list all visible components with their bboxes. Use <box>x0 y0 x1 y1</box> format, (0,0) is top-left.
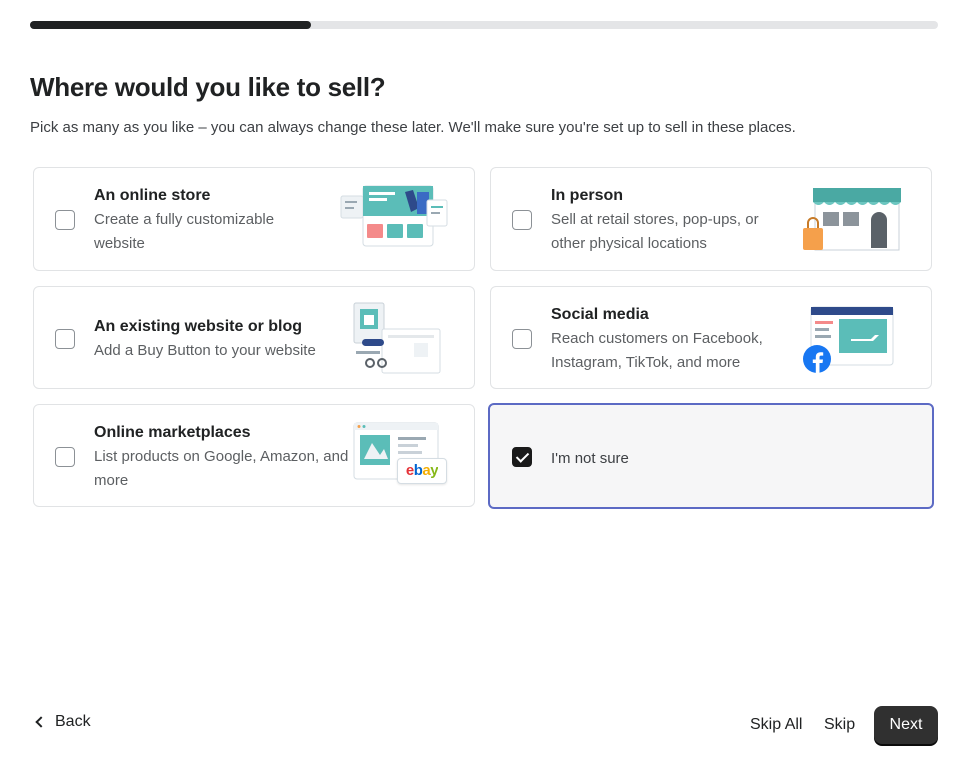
option-existing-website[interactable]: An existing website or blog Add a Buy Bu… <box>33 286 475 389</box>
ebay-logo: ebay <box>405 462 439 479</box>
option-title: An existing website or blog <box>94 318 303 335</box>
back-button[interactable]: Back <box>33 713 91 731</box>
option-description: Reach customers on Facebook, Instagram, … <box>551 330 763 371</box>
online-marketplaces-checkbox[interactable] <box>55 447 75 467</box>
progress-bar <box>30 21 938 29</box>
online-store-checkbox[interactable] <box>55 210 75 230</box>
option-social-media[interactable]: Social media Reach customers on Facebook… <box>490 286 932 389</box>
chevron-left-icon <box>35 716 47 728</box>
option-description: Add a Buy Button to your website <box>94 342 316 359</box>
option-title: In person <box>551 187 624 204</box>
not-sure-checkbox[interactable] <box>512 447 532 467</box>
existing-website-checkbox[interactable] <box>55 329 75 349</box>
buy-button-illustration-icon <box>353 302 441 374</box>
storefront-illustration-icon <box>803 188 901 251</box>
skip-all-button[interactable]: Skip All <box>750 716 802 734</box>
back-label: Back <box>55 713 91 730</box>
option-title: I'm not sure <box>551 450 629 467</box>
option-description: Sell at retail stores, pop-ups, or other… <box>551 211 759 252</box>
option-title: An online store <box>94 187 211 204</box>
page-subtitle: Pick as many as you like – you can alway… <box>30 119 796 136</box>
online-store-illustration-icon <box>340 185 448 247</box>
page-title: Where would you like to sell? <box>30 72 386 102</box>
option-online-marketplaces[interactable]: Online marketplaces List products on Goo… <box>33 404 475 507</box>
option-title: Online marketplaces <box>94 424 251 441</box>
option-title: Social media <box>551 306 649 323</box>
in-person-checkbox[interactable] <box>512 210 532 230</box>
ebay-badge: ebay <box>397 458 447 484</box>
option-online-store[interactable]: An online store Create a fully customiza… <box>33 167 475 271</box>
social-media-illustration-icon <box>803 306 894 373</box>
next-button[interactable]: Next <box>874 706 938 744</box>
skip-button[interactable]: Skip <box>824 716 855 734</box>
social-media-checkbox[interactable] <box>512 329 532 349</box>
option-not-sure[interactable]: I'm not sure <box>488 403 934 509</box>
option-description: Create a fully customizable website <box>94 211 275 252</box>
option-description: List products on Google, Amazon, and mor… <box>94 448 349 489</box>
progress-fill <box>30 21 312 29</box>
option-in-person[interactable]: In person Sell at retail stores, pop-ups… <box>490 167 932 271</box>
